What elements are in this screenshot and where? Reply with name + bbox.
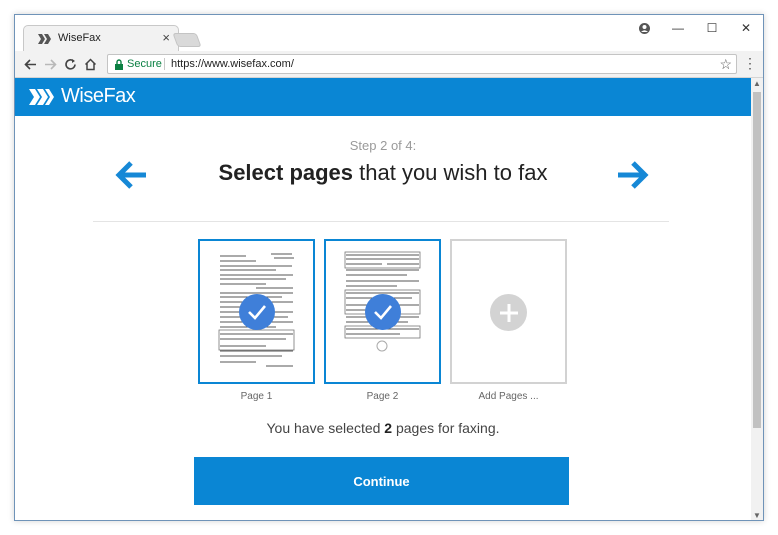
add-pages-button[interactable] <box>450 239 567 384</box>
new-tab-button[interactable] <box>172 33 202 47</box>
site-header: WiseFax <box>15 78 751 116</box>
wisefax-logo-icon[interactable] <box>29 89 55 105</box>
tab-close-icon[interactable]: × <box>162 30 170 45</box>
home-icon[interactable] <box>81 55 99 73</box>
page-thumbnail-2[interactable] <box>324 239 441 384</box>
address-bar[interactable]: Secure https://www.wisefax.com/ ☆ <box>107 54 737 74</box>
scroll-up-icon[interactable]: ▲ <box>751 78 763 90</box>
kebab-menu-icon[interactable]: ⋮ <box>743 55 757 72</box>
wisefax-chevrons-icon <box>38 34 51 44</box>
page-thumbnail-1[interactable] <box>198 239 315 384</box>
next-arrow-icon[interactable] <box>615 158 649 192</box>
continue-button[interactable]: Continue <box>194 457 569 505</box>
arrow-left-icon[interactable] <box>21 55 39 73</box>
summary-suffix: pages for faxing. <box>392 420 500 436</box>
url-text[interactable]: https://www.wisefax.com/ <box>171 58 294 70</box>
scrollbar[interactable]: ▲ ▼ <box>751 78 763 520</box>
reload-icon[interactable] <box>61 55 79 73</box>
page-label-1: Page 1 <box>240 391 273 402</box>
checkmark-icon <box>239 294 275 330</box>
header-divider <box>93 221 669 222</box>
close-icon[interactable]: ✕ <box>729 15 763 41</box>
maximize-icon[interactable]: ☐ <box>695 15 729 41</box>
add-pages-label: Add Pages ... <box>478 391 539 402</box>
brand-name[interactable]: WiseFax <box>61 85 136 108</box>
tab-title: WiseFax <box>58 32 101 44</box>
checkmark-icon <box>365 294 401 330</box>
arrow-right-icon[interactable] <box>41 55 59 73</box>
window-controls: — ☐ ✕ <box>627 15 763 41</box>
omnibox-divider <box>164 58 165 70</box>
secure-label: Secure <box>127 58 162 70</box>
title-bar: WiseFax × — ☐ ✕ <box>15 15 763 51</box>
step-indicator: Step 2 of 4: <box>349 138 417 153</box>
browser-toolbar: Secure https://www.wisefax.com/ ☆ ⋮ <box>15 51 763 78</box>
page-title-rest: that you wish to fax <box>353 160 548 185</box>
summary-prefix: You have selected <box>266 420 385 436</box>
page-label-2: Page 2 <box>366 391 399 402</box>
browser-tab[interactable]: WiseFax × <box>23 25 179 51</box>
selected-count: 2 <box>384 420 393 436</box>
star-icon[interactable]: ☆ <box>719 56 732 73</box>
scroll-down-icon[interactable]: ▼ <box>751 510 763 520</box>
page-viewport: WiseFax Step 2 of 4: Select pages that y… <box>15 78 751 520</box>
minimize-icon[interactable]: — <box>661 15 695 41</box>
lock-icon <box>115 59 123 70</box>
page-title-bold: Select pages <box>218 160 354 185</box>
plus-icon <box>490 294 527 331</box>
person-icon[interactable] <box>627 15 661 41</box>
browser-window: WiseFax × — ☐ ✕ Secure https://www.wisef… <box>14 14 764 521</box>
selection-summary: You have selected 2 pages for faxing. <box>15 420 751 436</box>
scroll-thumb[interactable] <box>753 92 761 428</box>
